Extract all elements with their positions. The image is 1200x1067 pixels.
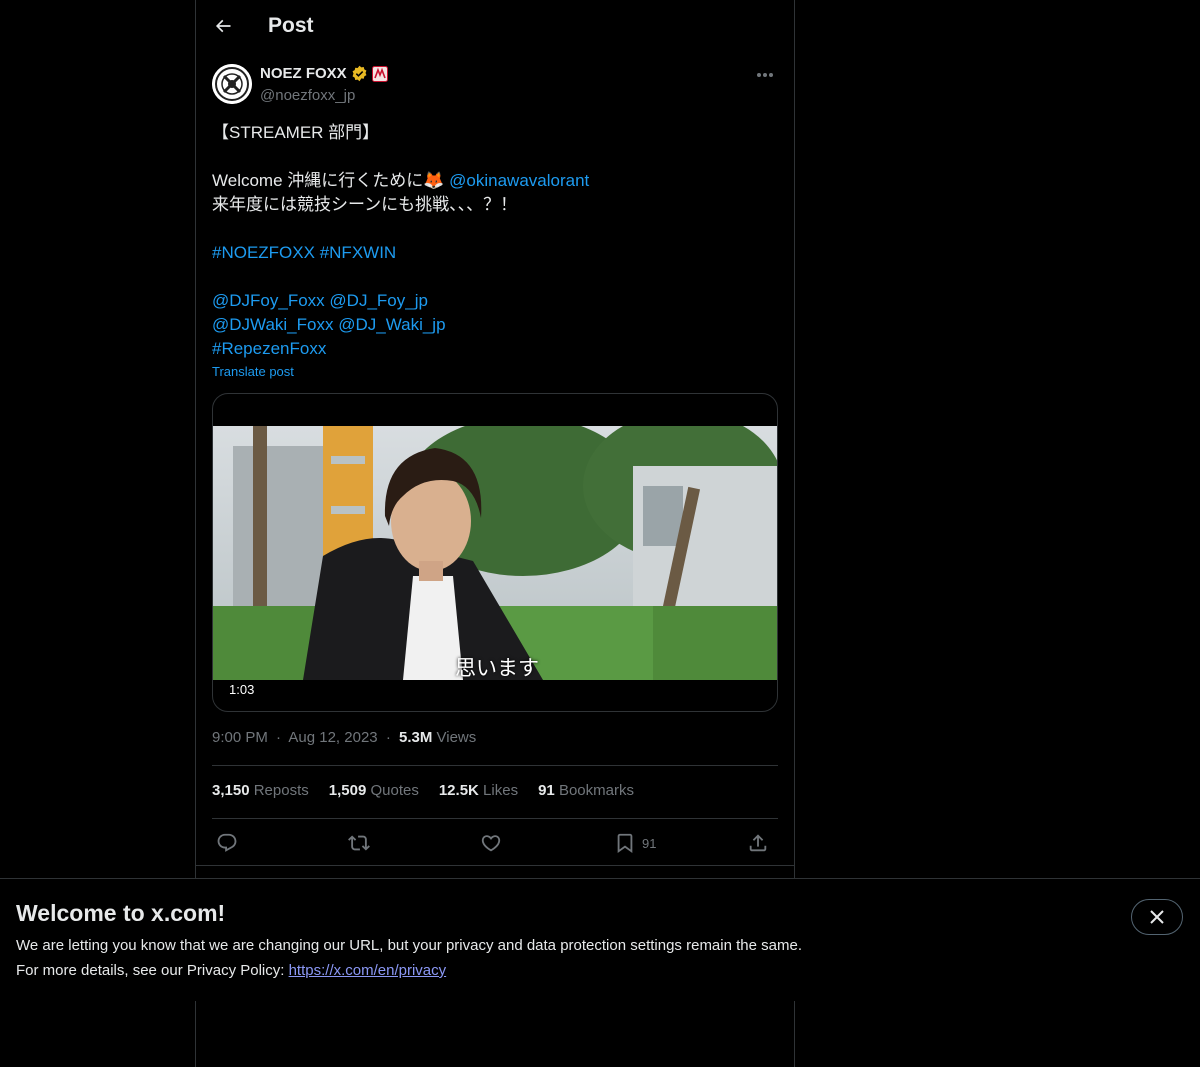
post-stats: 3,150 Reposts 1,509 Quotes 12.5K Likes 9…: [212, 782, 634, 799]
divider: [212, 765, 778, 766]
divider: [212, 818, 778, 819]
affiliate-badge-icon: [371, 65, 388, 82]
bookmark-icon: [617, 833, 633, 854]
header: Post: [196, 0, 794, 53]
post-author: NOEZ FOXX @noezfoxx_jp: [212, 64, 778, 106]
tweet-text: 【STREAMER 部門】 Welcome 沖縄に行くために🦊 @okinawa…: [212, 121, 778, 361]
display-name[interactable]: NOEZ FOXX: [260, 65, 347, 82]
hashtag-link[interactable]: #NFXWIN: [320, 243, 397, 262]
mention-link[interactable]: @DJ_Waki_jp: [338, 315, 445, 334]
video-duration: 1:03: [223, 681, 261, 698]
reply-button[interactable]: [216, 829, 238, 857]
reposts-count: 3,150: [212, 782, 250, 799]
share-icon: [749, 834, 767, 852]
back-button[interactable]: [208, 11, 238, 41]
tweet-line: 来年度には競技シーンにも挑戦、、、？！: [212, 195, 518, 214]
post-meta: 9:00 PM · Aug 12, 2023 · 5.3M Views: [212, 729, 476, 746]
views-count: 5.3M: [398, 729, 433, 746]
divider: [196, 865, 794, 866]
hashtag-link[interactable]: #RepezenFoxx: [212, 339, 326, 358]
page-title: Post: [268, 14, 314, 37]
bookmarks-stat[interactable]: 91 Bookmarks: [538, 782, 634, 799]
more-options-button[interactable]: [752, 64, 778, 86]
video-subtitle: 思います: [455, 657, 539, 680]
likes-label: Likes: [483, 782, 519, 799]
verified-badge-icon: [352, 65, 367, 82]
user-handle[interactable]: @noezfoxx_jp: [260, 87, 355, 104]
views-label: Views: [436, 729, 477, 746]
post-time[interactable]: 9:00 PM: [212, 729, 268, 746]
repost-button[interactable]: [348, 829, 370, 857]
reposts-stat[interactable]: 3,150 Reposts: [212, 782, 309, 799]
reposts-label: Reposts: [253, 782, 309, 799]
video-frame: [213, 426, 777, 680]
likes-count: 12.5K: [438, 782, 479, 799]
close-banner-button[interactable]: [1131, 899, 1183, 935]
post-date[interactable]: Aug 12, 2023: [288, 729, 377, 746]
name-row: NOEZ FOXX: [260, 65, 388, 82]
tweet-line: 【STREAMER 部門】: [212, 123, 380, 142]
avatar[interactable]: [212, 64, 252, 104]
banner-message-prefix: For more details, see our Privacy Policy…: [16, 962, 289, 979]
quotes-count: 1,509: [328, 782, 367, 799]
quotes-stat[interactable]: 1,509 Quotes: [329, 782, 419, 799]
banner-message: For more details, see our Privacy Policy…: [16, 962, 446, 979]
tweet-line: #NOEZFOXX #NFXWIN: [212, 241, 778, 265]
banner-message: We are letting you know that we are chan…: [16, 937, 802, 954]
heart-icon: [481, 835, 501, 852]
bookmark-button[interactable]: 91: [614, 829, 656, 857]
mention-link[interactable]: @DJFoy_Foxx: [212, 291, 325, 310]
tweet-line: #RepezenFoxx: [212, 337, 778, 361]
tweet-line: @DJFoy_Foxx @DJ_Foy_jp: [212, 289, 778, 313]
tweet-line: @DJWaki_Foxx @DJ_Waki_jp: [212, 313, 778, 337]
hashtag-link[interactable]: #NOEZFOXX: [212, 243, 315, 262]
mention-link[interactable]: @DJ_Foy_jp: [329, 291, 428, 310]
meta-separator: ·: [276, 729, 282, 746]
privacy-policy-link[interactable]: https://x.com/en/privacy: [289, 962, 447, 979]
repost-icon: [348, 835, 370, 851]
mention-link[interactable]: @okinawavalorant: [449, 171, 589, 190]
url-change-banner: Welcome to x.com! We are letting you kno…: [0, 878, 1200, 1001]
share-button[interactable]: [747, 829, 769, 857]
bookmark-count: 91: [642, 835, 657, 851]
like-button[interactable]: [480, 829, 502, 857]
bookmarks-label: Bookmarks: [558, 782, 634, 799]
reply-icon: [217, 833, 237, 852]
tweet-line-text: Welcome 沖縄に行くために🦊: [212, 171, 450, 190]
arrow-left-icon: [215, 19, 231, 33]
banner-title: Welcome to x.com!: [16, 900, 226, 926]
bookmarks-count: 91: [538, 782, 555, 799]
more-horizontal-icon: [757, 73, 773, 77]
action-bar: 91: [212, 829, 778, 857]
close-icon: [1150, 910, 1164, 924]
video-player[interactable]: 思います 1:03: [212, 393, 778, 712]
avatar-logo-icon: [212, 64, 252, 104]
translate-post-link[interactable]: Translate post: [212, 364, 294, 379]
tweet-line: Welcome 沖縄に行くために🦊 @okinawavalorant: [212, 169, 778, 193]
mention-link[interactable]: @DJWaki_Foxx: [212, 315, 333, 334]
likes-stat[interactable]: 12.5K Likes: [439, 782, 518, 799]
meta-separator: ·: [385, 729, 391, 746]
quotes-label: Quotes: [370, 782, 419, 799]
